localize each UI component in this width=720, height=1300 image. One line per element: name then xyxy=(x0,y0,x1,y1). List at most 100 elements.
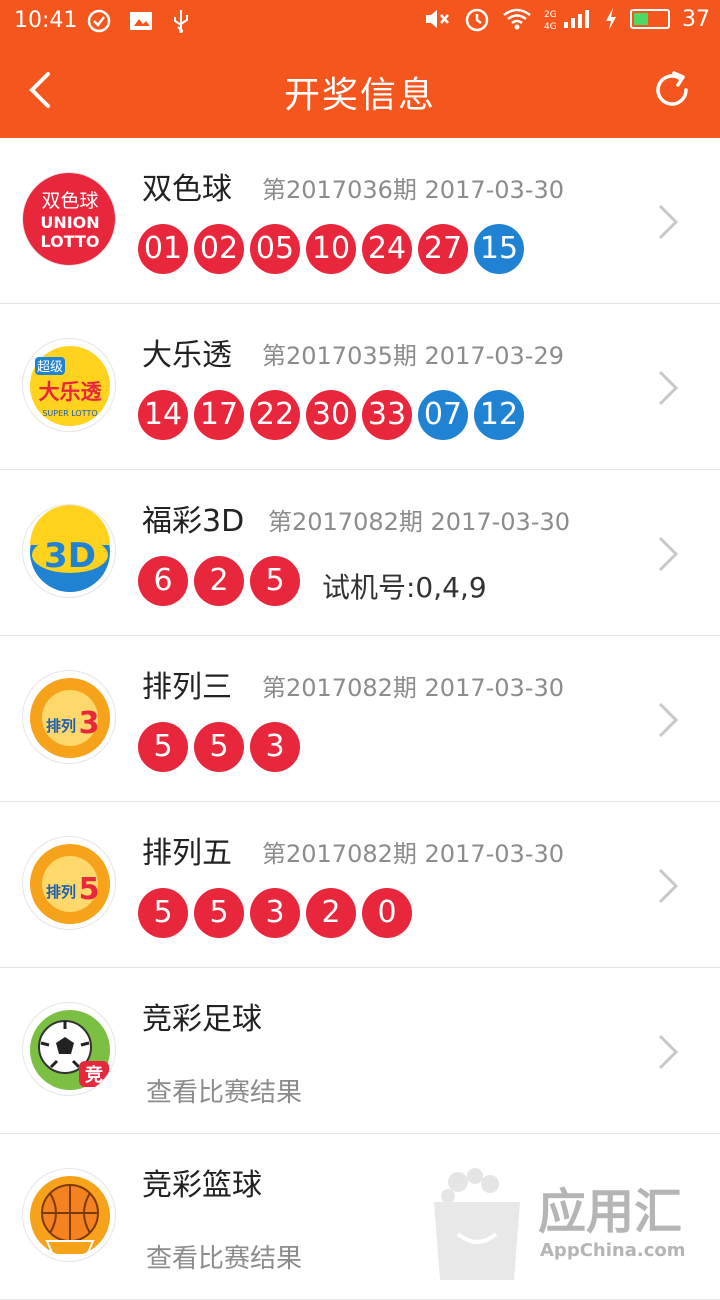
watermark-brand: 应用汇 xyxy=(538,1184,682,1240)
check-circle-icon xyxy=(87,9,111,33)
pl3-logo: 排列 3 xyxy=(22,670,116,764)
lottery-name: 竞彩篮球 xyxy=(142,1168,262,1203)
red-ball: 27 xyxy=(418,224,468,274)
issue-date: 第2017082期 2017-03-30 xyxy=(268,502,570,537)
ssq-logo-line1: 双色球 xyxy=(41,190,98,212)
dlt-logo-bottom: SUPER LOTTO xyxy=(42,409,97,418)
dlt-logo: 超级 大乐透 SUPER LOTTO xyxy=(22,338,116,432)
watermark-site: AppChina.com xyxy=(540,1240,686,1261)
ssq-logo-line2: UNION xyxy=(40,213,99,232)
lottery-row-pl5[interactable]: 排列 5 排列五 第2017082期 2017-03-30 55320 xyxy=(0,802,720,968)
issue-number: 第2017036期 xyxy=(262,176,417,204)
chevron-right-icon xyxy=(658,370,679,406)
lottery-name: 排列三 xyxy=(142,670,232,705)
jclq-logo xyxy=(22,1168,116,1262)
red-ball: 22 xyxy=(250,390,300,440)
ssq-logo-graphic: 双色球 UNION LOTTO xyxy=(40,190,99,251)
chevron-right-icon xyxy=(658,536,679,572)
draw-date: 2017-03-30 xyxy=(424,840,565,868)
usb-icon xyxy=(174,10,188,33)
lottery-name: 排列五 xyxy=(142,836,232,871)
fc3d-logo-graphic: 3D xyxy=(30,505,110,592)
red-ball: 33 xyxy=(362,390,412,440)
red-ball: 14 xyxy=(138,390,188,440)
issue-number: 第2017035期 xyxy=(262,342,417,370)
red-ball: 6 xyxy=(138,556,188,606)
issue-date: 第2017036期 2017-03-30 xyxy=(262,170,564,205)
lottery-name: 双色球 xyxy=(142,172,232,207)
blue-ball: 15 xyxy=(474,224,524,274)
lottery-row-pl3[interactable]: 排列 3 排列三 第2017082期 2017-03-30 553 xyxy=(0,636,720,802)
dlt-logo-main: 大乐透 xyxy=(39,380,103,404)
dlt-logo-graphic: 超级 大乐透 SUPER LOTTO xyxy=(30,346,110,426)
blue-ball: 07 xyxy=(418,390,468,440)
red-ball: 05 xyxy=(250,224,300,274)
lottery-row-fc3d[interactable]: 3D 福彩3D 第2017082期 2017-03-30 625 试机号:0,4… xyxy=(0,470,720,636)
lottery-name: 福彩3D xyxy=(142,504,245,539)
mute-icon xyxy=(426,10,449,28)
ball-list: 55320 xyxy=(138,888,418,938)
pl5-logo-num: 5 xyxy=(79,872,100,907)
status-bar: 10:41 2G 4G 37 xyxy=(0,0,720,44)
view-results-link: 查看比赛结果 xyxy=(146,1078,303,1108)
appchina-bag-icon xyxy=(434,1168,520,1280)
draw-date: 2017-03-30 xyxy=(430,508,571,536)
red-ball: 10 xyxy=(306,224,356,274)
pl3-logo-graphic: 排列 3 xyxy=(30,678,110,758)
svg-text:4G: 4G xyxy=(544,22,557,32)
ball-list: 14 17 22 30 33 07 12 xyxy=(138,390,530,440)
red-ball: 0 xyxy=(362,888,412,938)
issue-number: 第2017082期 xyxy=(262,840,417,868)
soccer-ball-icon: 竞 xyxy=(30,1010,110,1090)
status-right-group: 2G 4G 37 xyxy=(424,6,710,32)
chevron-right-icon xyxy=(658,204,679,240)
chevron-right-icon xyxy=(658,702,679,738)
fc3d-logo-text: 3D xyxy=(44,536,96,576)
red-ball: 5 xyxy=(194,722,244,772)
alarm-icon xyxy=(465,8,489,32)
lottery-row-dlt[interactable]: 超级 大乐透 SUPER LOTTO 大乐透 第2017035期 2017-03… xyxy=(0,304,720,470)
pl5-logo: 排列 5 xyxy=(22,836,116,930)
charging-icon xyxy=(606,8,616,30)
red-ball: 5 xyxy=(250,556,300,606)
dlt-logo-top: 超级 xyxy=(37,360,63,375)
draw-date: 2017-03-30 xyxy=(424,176,565,204)
ball-list: 01 02 05 10 24 27 15 xyxy=(138,224,530,274)
pl3-logo-num: 3 xyxy=(79,706,100,741)
red-ball: 5 xyxy=(194,888,244,938)
ball-list: 625 xyxy=(138,556,306,606)
red-ball: 2 xyxy=(306,888,356,938)
battery-icon xyxy=(630,9,670,29)
lottery-row-ssq[interactable]: 双色球 UNION LOTTO 双色球 第2017036期 2017-03-30… xyxy=(0,138,720,304)
battery-level: 37 xyxy=(682,6,710,32)
issue-date: 第2017082期 2017-03-30 xyxy=(262,834,564,869)
red-ball: 24 xyxy=(362,224,412,274)
image-notification-icon xyxy=(130,12,152,30)
red-ball: 3 xyxy=(250,722,300,772)
red-ball: 5 xyxy=(138,888,188,938)
appchina-watermark: 应用汇 AppChina.com xyxy=(434,1168,686,1280)
fc3d-logo: 3D xyxy=(22,504,116,598)
lottery-row-jczq[interactable]: 竞 竞彩足球 查看比赛结果 xyxy=(0,968,720,1134)
trial-number: 试机号:0,4,9 xyxy=(322,571,487,604)
red-ball: 02 xyxy=(194,224,244,274)
red-ball: 30 xyxy=(306,390,356,440)
pl3-logo-text: 排列 xyxy=(46,717,76,735)
ball-list: 553 xyxy=(138,722,306,772)
red-ball: 01 xyxy=(138,224,188,274)
issue-number: 第2017082期 xyxy=(262,674,417,702)
red-ball: 3 xyxy=(250,888,300,938)
jczq-logo: 竞 xyxy=(22,1002,116,1096)
ssq-logo-line3: LOTTO xyxy=(40,232,99,251)
view-results-link: 查看比赛结果 xyxy=(146,1244,303,1274)
page-title: 开奖信息 xyxy=(283,75,436,116)
blue-ball: 12 xyxy=(474,390,524,440)
status-time: 10:41 xyxy=(14,8,78,33)
refresh-icon[interactable] xyxy=(650,68,694,112)
lottery-list: 双色球 UNION LOTTO 双色球 第2017036期 2017-03-30… xyxy=(0,138,720,1300)
pl5-logo-text: 排列 xyxy=(46,883,76,901)
basketball-icon xyxy=(30,1176,110,1256)
draw-date: 2017-03-29 xyxy=(424,342,565,370)
lottery-name: 竞彩足球 xyxy=(142,1002,262,1037)
draw-date: 2017-03-30 xyxy=(424,674,565,702)
